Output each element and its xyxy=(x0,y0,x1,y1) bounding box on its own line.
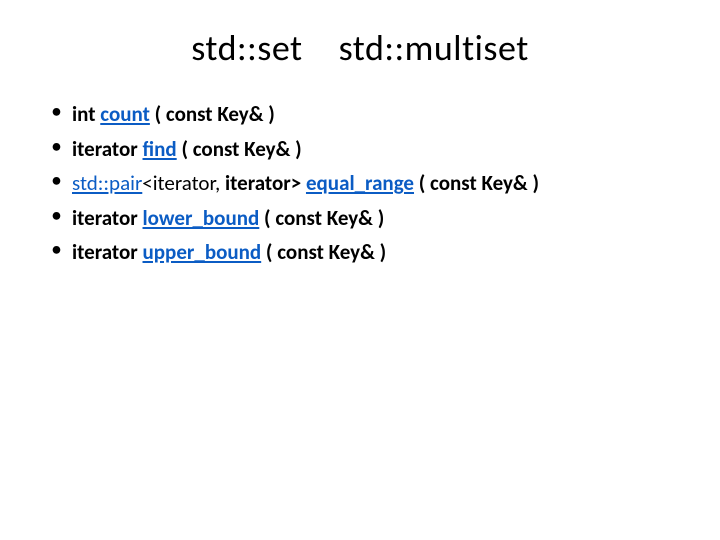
type-link-stdpair[interactable]: std::pair xyxy=(72,170,142,196)
signature-args: ( const Key& ) xyxy=(414,170,539,196)
method-link-find[interactable]: find xyxy=(143,136,177,162)
template-open: <iterator xyxy=(142,170,215,196)
title-right: std::multiset xyxy=(339,26,529,70)
method-list: int count ( const Key& ) iterator find (… xyxy=(48,98,672,269)
title-left: std::set xyxy=(191,26,302,70)
signature-args: ( const Key& ) xyxy=(259,205,384,231)
list-item: int count ( const Key& ) xyxy=(48,98,672,131)
slide: std::set std::multiset int count ( const … xyxy=(0,0,720,540)
return-type: int xyxy=(72,101,100,127)
return-type: iterator xyxy=(72,136,143,162)
slide-title: std::set std::multiset xyxy=(48,26,672,70)
template-comma: , xyxy=(215,170,225,196)
list-item: iterator find ( const Key& ) xyxy=(48,133,672,166)
list-item: iterator upper_bound ( const Key& ) xyxy=(48,236,672,269)
return-type: iterator xyxy=(72,239,143,265)
method-link-count[interactable]: count xyxy=(100,101,150,127)
list-item: iterator lower_bound ( const Key& ) xyxy=(48,202,672,235)
method-link-lower-bound[interactable]: lower_bound xyxy=(143,205,260,231)
template-rest: iterator> xyxy=(225,170,306,196)
signature-args: ( const Key& ) xyxy=(177,136,302,162)
method-link-equal-range[interactable]: equal_range xyxy=(306,170,414,196)
list-item: std::pair<iterator, iterator> equal_rang… xyxy=(48,167,672,200)
signature-args: ( const Key& ) xyxy=(261,239,386,265)
method-link-upper-bound[interactable]: upper_bound xyxy=(143,239,262,265)
return-type: iterator xyxy=(72,205,143,231)
signature-args: ( const Key& ) xyxy=(150,101,275,127)
